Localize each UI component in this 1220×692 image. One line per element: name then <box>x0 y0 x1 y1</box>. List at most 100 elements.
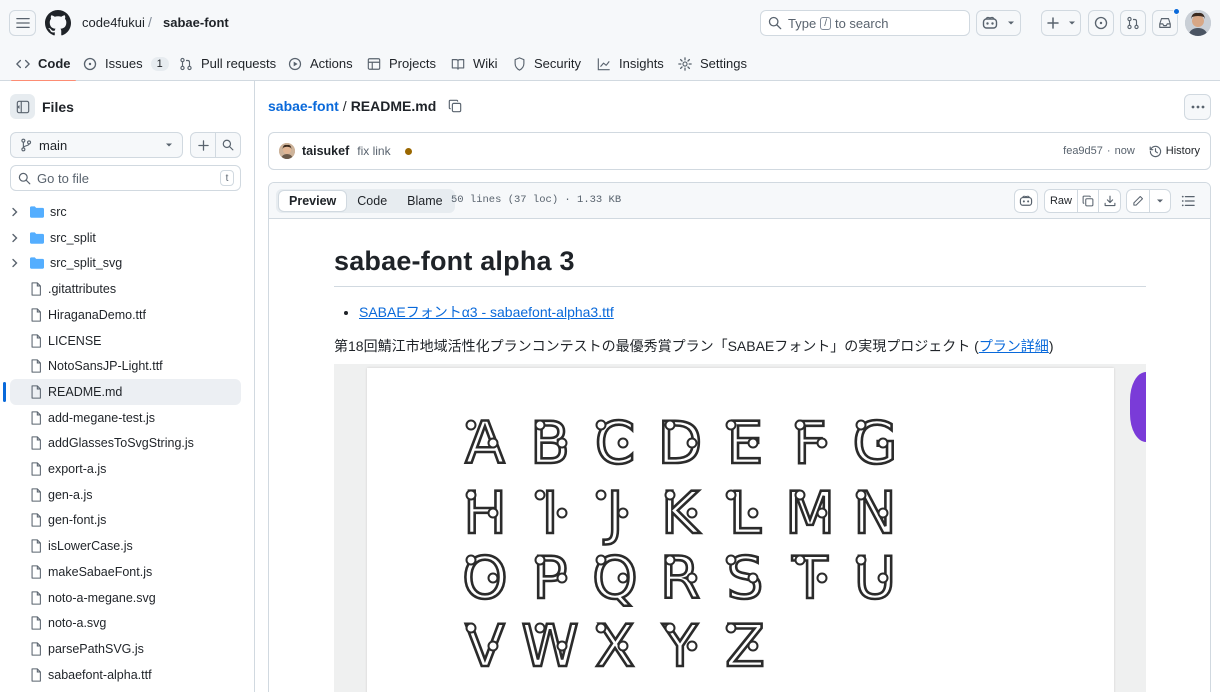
tree-item-label: src <box>50 205 67 219</box>
search-icon <box>768 16 782 30</box>
avatar[interactable] <box>1185 10 1211 36</box>
issues-button[interactable] <box>1088 10 1114 36</box>
file-icon <box>30 462 42 476</box>
preview-tab[interactable]: Preview <box>278 190 348 212</box>
copilot-ask-button[interactable] <box>1014 189 1038 213</box>
tree-file[interactable]: .gitattributes <box>10 276 241 302</box>
tree-file[interactable]: noto-a.svg <box>10 610 241 636</box>
tree-item-label: NotoSansJP-Light.ttf <box>48 359 163 374</box>
copy-icon <box>448 99 462 113</box>
chevron-right-icon[interactable] <box>11 233 23 243</box>
tab-label: Actions <box>310 56 353 71</box>
chevron-right-icon[interactable] <box>11 207 23 217</box>
history-icon <box>1149 145 1161 157</box>
tree-folder[interactable]: src_split_svg <box>10 250 241 276</box>
glasses-circle <box>595 622 607 634</box>
readme-title: sabae-font alpha 3 <box>334 246 1146 287</box>
tree-file[interactable]: gen-a.js <box>10 482 241 508</box>
tree-folder[interactable]: src <box>10 199 241 225</box>
tab-wiki[interactable]: Wiki <box>451 46 498 81</box>
tree-file[interactable]: HiraganaDemo.ttf <box>10 302 241 328</box>
tree-file[interactable]: noto-a-megane.svg <box>10 585 241 611</box>
tab-label: Security <box>534 56 581 71</box>
commit-status-dot[interactable] <box>404 147 412 155</box>
glasses-circle <box>686 437 698 449</box>
repo-link[interactable]: sabae-font <box>163 15 229 30</box>
tree-file[interactable]: parsePathSVG.js <box>10 636 241 662</box>
github-logo-icon[interactable] <box>45 10 71 36</box>
owner-link[interactable]: code4fukui <box>82 15 145 30</box>
tree-file[interactable]: gen-font.js <box>10 507 241 533</box>
search-files-button[interactable] <box>216 133 240 157</box>
sample-letter: G <box>853 409 898 477</box>
tree-file[interactable]: isLowerCase.js <box>10 533 241 559</box>
edit-options-button[interactable] <box>1150 197 1170 205</box>
tab-code[interactable]: Code <box>11 46 75 82</box>
file-icon <box>30 333 42 348</box>
menu-button[interactable] <box>9 10 36 36</box>
chevron-right-icon[interactable] <box>11 258 23 268</box>
code-tab[interactable]: Code <box>347 190 397 212</box>
search-text: Type <box>788 15 817 31</box>
collapse-sidebar-button[interactable] <box>10 94 35 119</box>
shield-icon <box>513 56 526 71</box>
tree-file[interactable]: makeSabaeFont.js <box>10 559 241 585</box>
font-download-link[interactable]: SABAEフォントα3 - sabaefont-alpha3.ttf <box>359 304 614 320</box>
tree-file[interactable]: export-a.js <box>10 456 241 482</box>
sample-letter: O <box>462 544 508 612</box>
tab-settings[interactable]: Settings <box>678 46 747 81</box>
tree-folder[interactable]: src_split <box>10 225 241 251</box>
copy-path-button[interactable] <box>448 99 462 113</box>
breadcrumb-repo-link[interactable]: sabae-font <box>268 98 339 114</box>
search-input[interactable]: Type / to search <box>760 10 970 36</box>
search-icon <box>18 172 31 184</box>
tree-file[interactable]: LICENSE <box>10 328 241 354</box>
outline-button[interactable] <box>1181 194 1195 208</box>
tree-file[interactable]: NotoSansJP-Light.ttf <box>10 353 241 379</box>
tab-security[interactable]: Security <box>513 46 581 81</box>
pull-requests-button[interactable] <box>1120 10 1146 36</box>
glasses-circle <box>664 622 676 634</box>
issue-icon <box>83 57 97 71</box>
tab-insights[interactable]: Insights <box>597 46 664 81</box>
glasses-circle <box>595 489 607 501</box>
download-button[interactable] <box>1099 195 1120 207</box>
blame-tab[interactable]: Blame <box>397 190 452 212</box>
tree-file[interactable]: add-megane-test.js <box>10 405 241 431</box>
add-file-button[interactable] <box>191 133 216 157</box>
copy-raw-button[interactable] <box>1078 190 1099 212</box>
plan-detail-link[interactable]: プラン詳細 <box>979 338 1049 354</box>
go-to-file-shortcut: t <box>220 170 234 186</box>
file-icon <box>30 308 42 322</box>
pencil-icon <box>1133 195 1144 206</box>
branch-selector[interactable]: main <box>10 132 183 158</box>
go-to-file-input[interactable]: Go to file t <box>10 165 241 191</box>
tree-file[interactable]: addGlassesToSvgString.js <box>10 430 241 456</box>
tab-projects[interactable]: Projects <box>367 46 436 81</box>
file-size-info: 50 lines (37 loc) · 1.33 KB <box>451 194 622 206</box>
commit-message[interactable]: fix link <box>357 144 390 158</box>
tab-pull-requests[interactable]: Pull requests <box>179 46 276 81</box>
author-avatar[interactable] <box>279 143 295 159</box>
tab-issues[interactable]: Issues 1 <box>83 46 169 81</box>
header-top-row: code4fukui / sabae-font Type / to search <box>0 0 1220 46</box>
go-to-file-placeholder: Go to file <box>37 170 90 186</box>
tree-file[interactable]: sabaefont-alpha.ttf <box>10 662 241 688</box>
commit-sha[interactable]: fea9d57 <box>1063 145 1103 157</box>
copilot-button[interactable] <box>976 10 1021 36</box>
glasses-circle <box>855 554 867 566</box>
tab-actions[interactable]: Actions <box>288 46 353 81</box>
tree-item-label: isLowerCase.js <box>48 539 133 554</box>
more-options-button[interactable] <box>1184 94 1211 120</box>
edit-button[interactable] <box>1127 190 1150 212</box>
commit-author[interactable]: taisukef <box>302 144 349 158</box>
glasses-circle <box>816 437 828 449</box>
sample-letter: Q <box>592 544 638 612</box>
inbox-button[interactable] <box>1152 8 1180 36</box>
history-button[interactable]: History <box>1149 145 1200 158</box>
file-icon <box>30 539 42 553</box>
create-new-button[interactable] <box>1041 10 1081 36</box>
copy-icon <box>1082 195 1094 207</box>
tree-file[interactable]: README.md <box>3 378 241 405</box>
raw-button[interactable]: Raw <box>1045 190 1078 212</box>
